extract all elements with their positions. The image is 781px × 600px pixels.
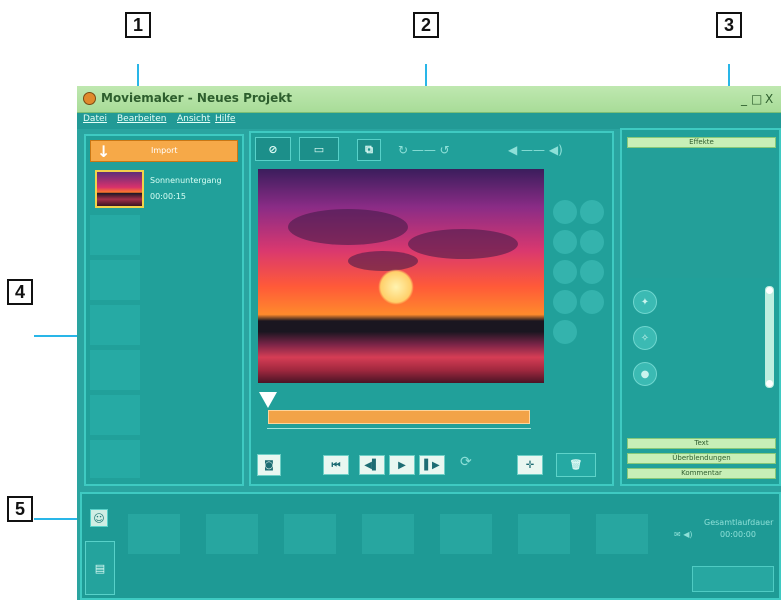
effect-one-icon[interactable]: ✦: [633, 290, 657, 314]
library-slot: [90, 260, 140, 300]
placeholder-circle: [553, 320, 577, 344]
delete-icon[interactable]: 🗑: [556, 453, 596, 477]
play-icon[interactable]: ▶: [389, 455, 415, 475]
placeholder-circle: [580, 260, 604, 284]
effects-preview-area: [627, 150, 776, 278]
effects-scrollbar[interactable]: [765, 286, 774, 388]
library-slot: [90, 395, 140, 435]
callout-4: 4: [7, 279, 33, 305]
copy-icon[interactable]: ⧉: [357, 139, 381, 161]
effect-two-icon[interactable]: ✧: [633, 326, 657, 350]
timeline-slot: [206, 514, 258, 554]
placeholder-circle: [580, 290, 604, 314]
maximize-button[interactable]: □: [751, 92, 762, 106]
step-back-icon[interactable]: ◀▌: [359, 455, 385, 475]
storyboard-icon[interactable]: ▤: [85, 541, 115, 595]
scrub-bar[interactable]: [268, 410, 530, 424]
minimize-button[interactable]: _: [741, 92, 747, 106]
close-button[interactable]: X: [765, 92, 773, 106]
clip-name: Sonnenuntergang: [150, 176, 222, 185]
loop-icon[interactable]: ⟳: [460, 454, 472, 470]
cloud: [408, 229, 518, 259]
placeholder-circle: [553, 230, 577, 254]
tab-effekte[interactable]: Effekte: [627, 137, 776, 148]
tab-kommentar[interactable]: Kommentar: [627, 468, 776, 479]
volume-icon[interactable]: ◀ —— ◀): [508, 143, 563, 157]
callout-2: 2: [413, 12, 439, 38]
callout-3: 3: [716, 12, 742, 38]
clip-duration: 00:00:15: [150, 192, 186, 201]
skip-back-icon[interactable]: ⏮: [323, 455, 349, 475]
import-button[interactable]: ↓ Import: [90, 140, 238, 162]
snapshot-icon[interactable]: ◙: [257, 454, 281, 476]
sun: [378, 269, 414, 305]
camera-icon[interactable]: ▭: [299, 137, 339, 161]
placeholder-circle: [580, 230, 604, 254]
tab-text[interactable]: Text: [627, 438, 776, 449]
library-slot: [90, 350, 140, 390]
timeline-slot: [518, 514, 570, 554]
window-title: Moviemaker - Neues Projekt: [101, 91, 293, 105]
tab-ueberblendungen[interactable]: Überblendungen: [627, 453, 776, 464]
menu-ansicht[interactable]: Ansicht: [177, 114, 210, 124]
app-logo-icon: [83, 92, 96, 105]
timeline-slot: [596, 514, 648, 554]
smile-icon[interactable]: ☺: [90, 509, 108, 527]
callout-line-4: [34, 335, 78, 337]
scrub-marker-icon[interactable]: [259, 392, 277, 408]
total-duration-value: 00:00:00: [720, 530, 756, 539]
menu-bearbeiten[interactable]: Bearbeiten: [117, 114, 166, 124]
cloud: [348, 251, 418, 271]
library-slot: [90, 440, 140, 478]
film-add-icon[interactable]: ⊘: [255, 137, 291, 161]
timeline-action-button[interactable]: [692, 566, 774, 592]
download-arrow-icon: ↓: [97, 142, 111, 161]
rotate-icon[interactable]: ↻ —— ↺: [398, 143, 450, 157]
preview-screen: [258, 169, 544, 383]
clip-thumbnail[interactable]: [95, 170, 144, 208]
import-label: Import: [151, 146, 178, 155]
menu-datei[interactable]: Datei: [83, 114, 107, 124]
library-slot: [90, 215, 140, 255]
effect-three-icon[interactable]: ●: [633, 362, 657, 386]
scroll-down-icon[interactable]: [766, 380, 773, 387]
timeline-slot: [284, 514, 336, 554]
placeholder-circle: [580, 200, 604, 224]
library-slot: [90, 305, 140, 345]
fit-icon[interactable]: ✛: [517, 455, 543, 475]
total-duration-label: Gesamtlaufdauer: [704, 518, 774, 527]
placeholder-circle: [553, 200, 577, 224]
timeline-slot: [440, 514, 492, 554]
placeholder-circle: [553, 260, 577, 284]
scroll-up-icon[interactable]: [766, 287, 773, 294]
timeline-slot: [128, 514, 180, 554]
timeline-slot: [362, 514, 414, 554]
step-forward-icon[interactable]: ▌▶: [419, 455, 445, 475]
cloud: [288, 209, 408, 245]
menu-hilfe[interactable]: Hilfe: [215, 114, 235, 124]
callout-1: 1: [125, 12, 151, 38]
timeline-panel: [80, 492, 781, 600]
callout-line-5: [34, 518, 78, 520]
placeholder-circle: [553, 290, 577, 314]
audio-icon[interactable]: ✉ ◀): [674, 530, 693, 539]
callout-5: 5: [7, 496, 33, 522]
scrub-track: [267, 428, 531, 429]
title-bar: Moviemaker - Neues Projekt _ □ X: [77, 86, 781, 113]
menu-bar: Datei Bearbeiten Ansicht Hilfe: [77, 113, 781, 129]
